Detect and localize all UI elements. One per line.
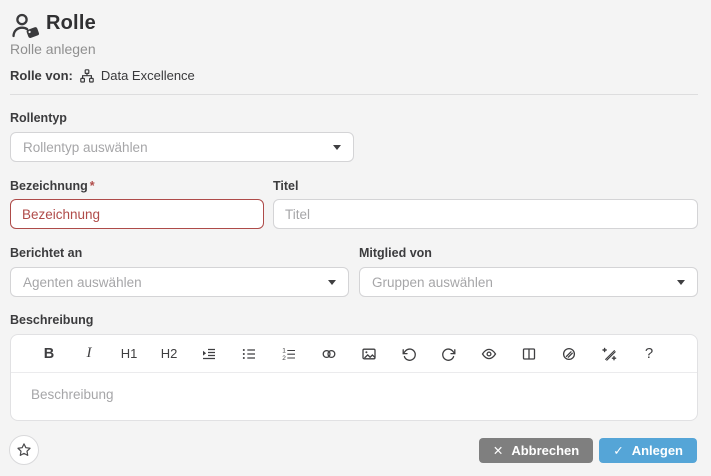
- editor-toolbar: B I H1 H2 1 2 ?: [11, 335, 697, 373]
- svg-text:1: 1: [282, 347, 286, 354]
- role-create-form: Rolle Rolle anlegen Rolle von: Data Exce…: [0, 0, 711, 476]
- footer-action-bar: ✕ Abbrechen ✓ Anlegen: [9, 435, 697, 465]
- rollentyp-select-placeholder: Rollentyp auswählen: [23, 139, 148, 155]
- header-divider: [10, 94, 698, 95]
- preview-button[interactable]: [469, 335, 509, 373]
- editor-content[interactable]: Beschreibung: [11, 373, 697, 417]
- role-owner-value: Data Excellence: [100, 68, 195, 83]
- bold-button[interactable]: B: [29, 335, 69, 373]
- titel-label: Titel: [273, 179, 299, 193]
- submit-button-label: Anlegen: [631, 442, 683, 458]
- undo-button[interactable]: [389, 335, 429, 373]
- table-button[interactable]: [509, 335, 549, 373]
- indent-icon: [203, 348, 215, 359]
- titel-input[interactable]: [273, 199, 698, 229]
- star-icon: [17, 443, 31, 456]
- attachment-button[interactable]: [549, 335, 589, 373]
- paperclip-icon: [562, 347, 576, 360]
- mitglied-von-select[interactable]: Gruppen auswählen: [359, 267, 698, 297]
- role-owner-label: Rolle von:: [10, 68, 73, 83]
- cancel-button-label: Abbrechen: [511, 442, 580, 458]
- bezeichnung-input[interactable]: [10, 199, 264, 229]
- required-asterisk: *: [89, 179, 95, 193]
- mitglied-von-label: Mitglied von: [359, 246, 432, 260]
- heading-1-button[interactable]: H1: [109, 335, 149, 373]
- chevron-down-icon: [328, 279, 336, 285]
- berichtet-an-label: Berichtet an: [10, 246, 83, 260]
- cancel-button[interactable]: ✕ Abbrechen: [478, 437, 594, 463]
- help-button[interactable]: ?: [629, 335, 669, 373]
- sitemap-icon: [80, 68, 94, 83]
- mitglied-von-select-placeholder: Gruppen auswählen: [372, 274, 493, 290]
- redo-icon: [442, 347, 456, 361]
- image-button[interactable]: [349, 335, 389, 373]
- submit-button[interactable]: ✓ Anlegen: [599, 437, 697, 463]
- bullet-list-icon: [242, 348, 255, 359]
- rollentyp-select[interactable]: Rollentyp auswählen: [10, 132, 354, 162]
- image-icon: [362, 348, 376, 359]
- berichtet-an-select[interactable]: Agenten auswählen: [10, 267, 349, 297]
- beschreibung-richtext-editor: B I H1 H2 1 2 ? Beschreibung: [10, 334, 698, 421]
- undo-icon: [402, 347, 416, 361]
- heading-2-button[interactable]: H2: [149, 335, 189, 373]
- magic-wand-button[interactable]: [589, 335, 629, 373]
- favorite-button[interactable]: [9, 435, 39, 465]
- berichtet-an-select-placeholder: Agenten auswählen: [23, 274, 142, 290]
- indent-button[interactable]: [189, 335, 229, 373]
- svg-text:2: 2: [282, 355, 286, 362]
- editor-placeholder: Beschreibung: [31, 387, 114, 402]
- ordered-list-icon: 1 2: [282, 347, 295, 362]
- chevron-down-icon: [677, 279, 685, 285]
- role-owner-row: Rolle von: Data Excellence: [10, 68, 195, 83]
- table-icon: [522, 347, 536, 360]
- close-icon: ✕: [492, 443, 504, 458]
- magic-wand-icon: [602, 347, 617, 361]
- eye-icon: [481, 348, 497, 359]
- rollentyp-label: Rollentyp: [10, 111, 67, 125]
- page-subtitle: Rolle anlegen: [10, 41, 96, 57]
- bullet-list-button[interactable]: [229, 335, 269, 373]
- footer-buttons: ✕ Abbrechen ✓ Anlegen: [478, 437, 697, 463]
- ordered-list-button[interactable]: 1 2: [269, 335, 309, 373]
- check-icon: ✓: [613, 443, 624, 458]
- bezeichnung-label: Bezeichnung *: [10, 179, 95, 193]
- link-icon: [322, 349, 336, 358]
- redo-button[interactable]: [429, 335, 469, 373]
- link-button[interactable]: [309, 335, 349, 373]
- chevron-down-icon: [333, 144, 341, 150]
- user-tag-icon: [12, 13, 39, 38]
- beschreibung-label: Beschreibung: [10, 313, 94, 327]
- italic-button[interactable]: I: [69, 335, 109, 373]
- page-title: Rolle: [46, 12, 96, 34]
